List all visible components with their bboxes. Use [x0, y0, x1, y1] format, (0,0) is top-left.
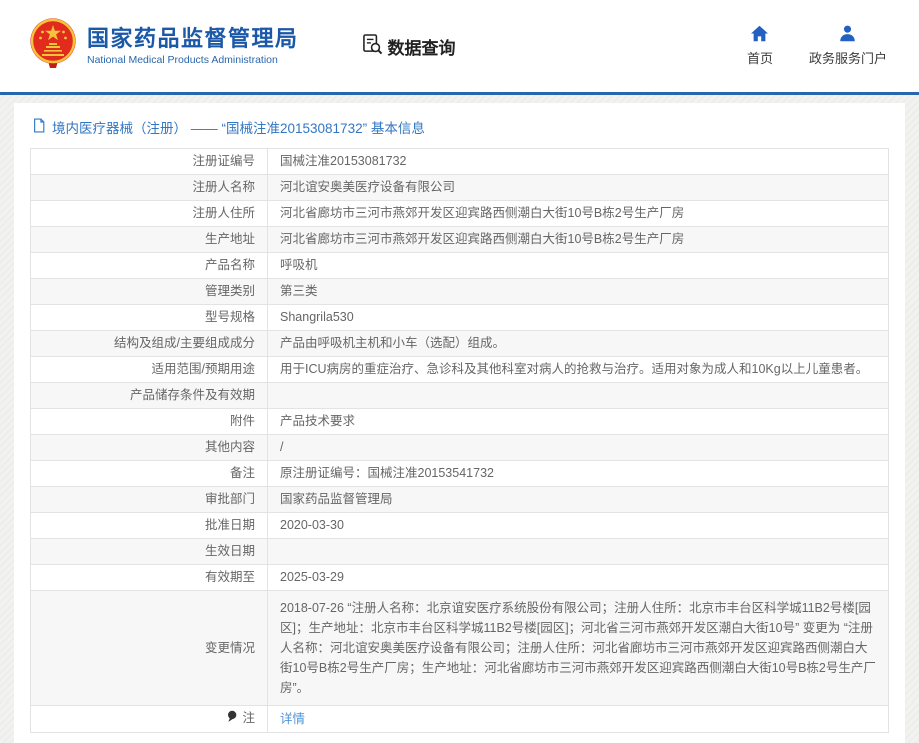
data-query-nav[interactable]: 数据查询	[361, 33, 456, 60]
details-link[interactable]: 详情	[280, 712, 305, 726]
field-value: 河北谊安奥美医疗设备有限公司	[268, 175, 889, 201]
table-row: 审批部门 国家药品监督管理局	[31, 487, 889, 513]
field-label: 批准日期	[31, 513, 268, 539]
field-label: 注册人名称	[31, 175, 268, 201]
field-label: 生效日期	[31, 539, 268, 565]
field-label: 审批部门	[31, 487, 268, 513]
field-label: 有效期至	[31, 565, 268, 591]
national-emblem-icon	[28, 17, 78, 76]
field-label: 其他内容	[31, 435, 268, 461]
field-label: 适用范围/预期用途	[31, 357, 268, 383]
field-value: 2020-03-30	[268, 513, 889, 539]
table-row: 其他内容 /	[31, 435, 889, 461]
org-name-cn: 国家药品监督管理局	[87, 26, 299, 52]
site-logo-link[interactable]: 国家药品监督管理局 National Medical Products Admi…	[28, 17, 299, 76]
field-label: 产品储存条件及有效期	[31, 383, 268, 409]
field-value: 第三类	[268, 279, 889, 305]
field-value: 国家药品监督管理局	[268, 487, 889, 513]
field-value: 河北省廊坊市三河市燕郊开发区迎宾路西侧潮白大街10号B栋2号生产厂房	[268, 201, 889, 227]
field-value: 河北省廊坊市三河市燕郊开发区迎宾路西侧潮白大街10号B栋2号生产厂房	[268, 227, 889, 253]
field-label: 备注	[31, 461, 268, 487]
field-value: 呼吸机	[268, 253, 889, 279]
table-row: 注册人住所 河北省廊坊市三河市燕郊开发区迎宾路西侧潮白大街10号B栋2号生产厂房	[31, 201, 889, 227]
field-value: 产品技术要求	[268, 409, 889, 435]
org-name-en: National Medical Products Administration	[87, 54, 299, 66]
registration-info-table: 注册证编号 国械注准20153081732 注册人名称 河北谊安奥美医疗设备有限…	[30, 148, 889, 733]
table-row: 批准日期 2020-03-30	[31, 513, 889, 539]
field-value: 国械注准20153081732	[268, 149, 889, 175]
note-label: 注	[242, 711, 255, 725]
table-row: 结构及组成/主要组成成分 产品由呼吸机主机和小车（选配）组成。	[31, 331, 889, 357]
table-row: 变更情况 2018-07-26 “注册人名称：北京谊安医疗系统股份有限公司；注册…	[31, 591, 889, 706]
home-icon	[750, 25, 769, 45]
field-value: 用于ICU病房的重症治疗、急诊科及其他科室对病人的抢救与治疗。适用对象为成人和1…	[268, 357, 889, 383]
field-value: /	[268, 435, 889, 461]
field-value: 详情	[268, 706, 889, 733]
table-row: 附件 产品技术要求	[31, 409, 889, 435]
table-row: 生效日期	[31, 539, 889, 565]
table-row: 注册证编号 国械注准20153081732	[31, 149, 889, 175]
breadcrumb-text: 境内医疗器械（注册） —— “国械注准20153081732” 基本信息	[52, 117, 425, 137]
field-label: 注册人住所	[31, 201, 268, 227]
table-row: 产品名称 呼吸机	[31, 253, 889, 279]
data-query-label: 数据查询	[388, 34, 456, 59]
field-value: 2025-03-29	[268, 565, 889, 591]
field-value	[268, 383, 889, 409]
field-label: 型号规格	[31, 305, 268, 331]
portal-nav[interactable]: 政务服务门户	[809, 25, 887, 67]
field-value: Shangrila530	[268, 305, 889, 331]
home-label: 首页	[747, 48, 773, 67]
note-pin-icon	[227, 710, 237, 728]
table-row: 适用范围/预期用途 用于ICU病房的重症治疗、急诊科及其他科室对病人的抢救与治疗…	[31, 357, 889, 383]
field-value	[268, 539, 889, 565]
field-label: 管理类别	[31, 279, 268, 305]
field-value: 产品由呼吸机主机和小车（选配）组成。	[268, 331, 889, 357]
field-label: 注	[31, 706, 268, 733]
portal-label: 政务服务门户	[809, 48, 887, 67]
field-label: 附件	[31, 409, 268, 435]
table-row: 注 详情	[31, 706, 889, 733]
table-row: 生产地址 河北省廊坊市三河市燕郊开发区迎宾路西侧潮白大街10号B栋2号生产厂房	[31, 227, 889, 253]
table-row: 注册人名称 河北谊安奥美医疗设备有限公司	[31, 175, 889, 201]
field-label: 结构及组成/主要组成成分	[31, 331, 268, 357]
table-row: 管理类别 第三类	[31, 279, 889, 305]
document-search-icon	[361, 33, 383, 60]
page-doc-icon	[32, 118, 46, 136]
field-value: 2018-07-26 “注册人名称：北京谊安医疗系统股份有限公司；注册人住所：北…	[268, 591, 889, 706]
content-panel: 境内医疗器械（注册） —— “国械注准20153081732” 基本信息 注册证…	[14, 103, 905, 743]
field-label: 变更情况	[31, 591, 268, 706]
site-header: 国家药品监督管理局 National Medical Products Admi…	[0, 0, 919, 92]
field-label: 注册证编号	[31, 149, 268, 175]
user-icon	[838, 25, 857, 45]
table-row: 型号规格 Shangrila530	[31, 305, 889, 331]
table-row: 备注 原注册证编号：国械注准20153541732	[31, 461, 889, 487]
field-label: 产品名称	[31, 253, 268, 279]
home-nav[interactable]: 首页	[747, 25, 773, 67]
table-row: 有效期至 2025-03-29	[31, 565, 889, 591]
field-label: 生产地址	[31, 227, 268, 253]
breadcrumb: 境内医疗器械（注册） —— “国械注准20153081732” 基本信息	[30, 109, 889, 148]
header-divider	[0, 92, 919, 95]
field-value: 原注册证编号：国械注准20153541732	[268, 461, 889, 487]
table-row: 产品储存条件及有效期	[31, 383, 889, 409]
